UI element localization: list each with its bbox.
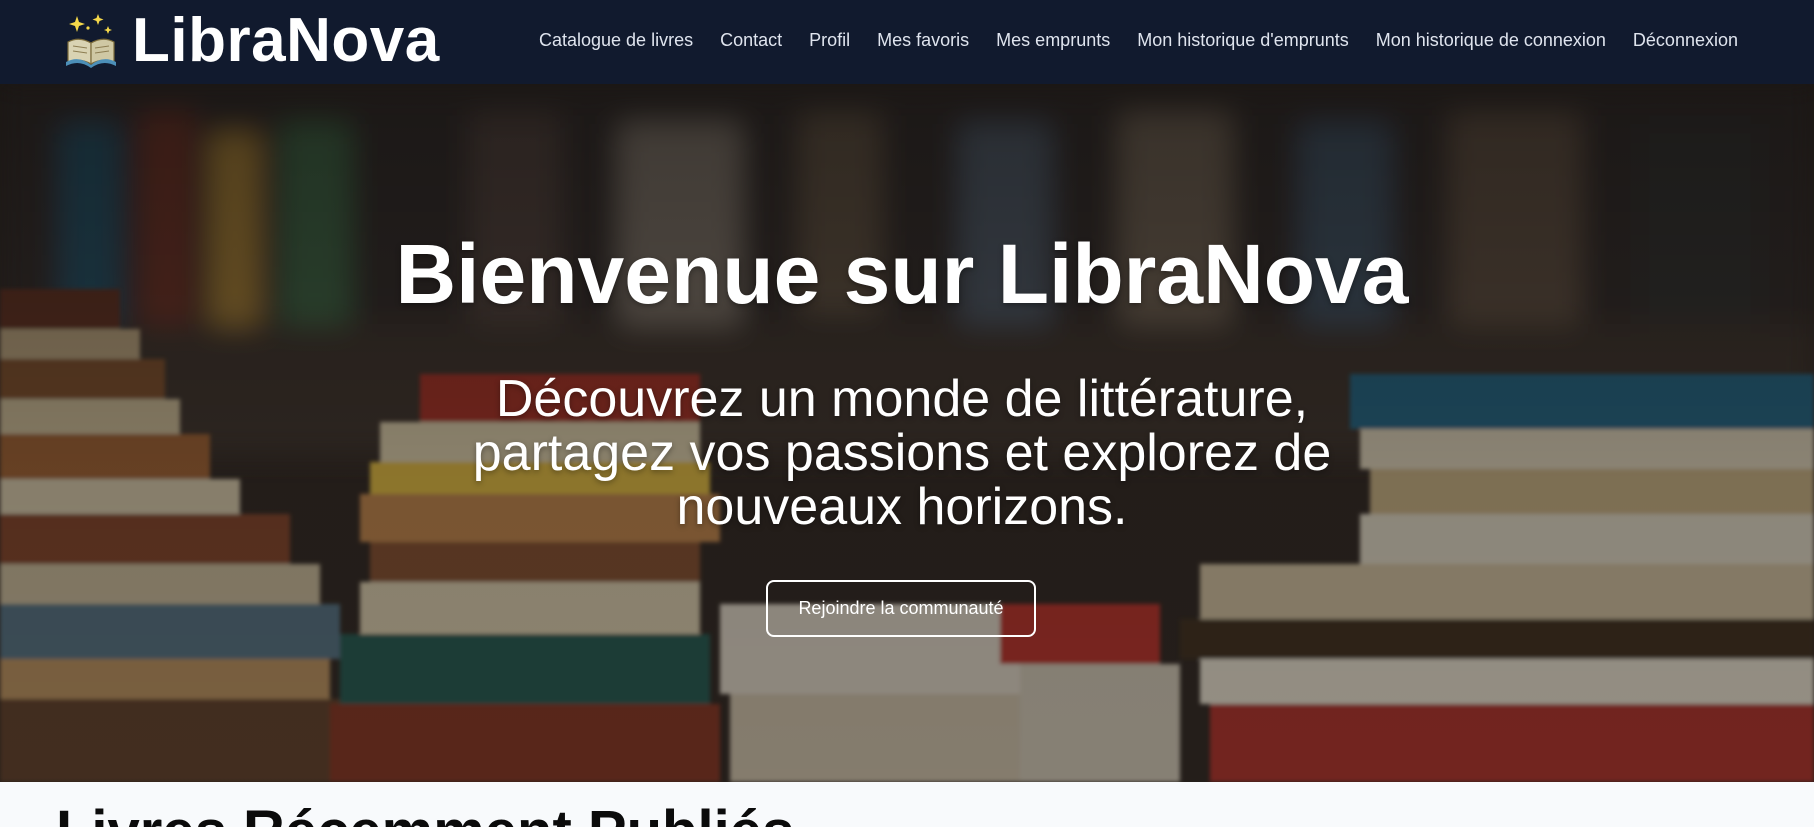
nav-link-emprunts[interactable]: Mes emprunts: [996, 30, 1110, 50]
nav-link-historique-emprunts[interactable]: Mon historique d'emprunts: [1137, 30, 1349, 50]
main-nav: Catalogue de livres Contact Profil Mes f…: [512, 0, 1738, 80]
hero-section: Bienvenue sur LibraNova Découvrez un mon…: [0, 84, 1814, 782]
nav-link-profil[interactable]: Profil: [809, 30, 850, 50]
nav-item-profil: Profil: [809, 30, 850, 51]
nav-link-historique-connexion[interactable]: Mon historique de connexion: [1376, 30, 1606, 50]
brand-logo-link[interactable]: LibraNova: [64, 8, 440, 72]
nav-item-historique-connexion: Mon historique de connexion: [1376, 30, 1606, 51]
recent-books-section: Livres Récemment Publiés: [0, 782, 1814, 827]
nav-item-emprunts: Mes emprunts: [996, 30, 1110, 51]
nav-item-historique-emprunts: Mon historique d'emprunts: [1137, 30, 1349, 51]
hero-content: Bienvenue sur LibraNova Découvrez un mon…: [0, 84, 1814, 782]
brand-name: LibraNova: [132, 6, 440, 75]
top-navbar: LibraNova Catalogue de livres Contact Pr…: [0, 0, 1814, 84]
nav-item-deconnexion: Déconnexion: [1633, 30, 1738, 51]
nav-item-contact: Contact: [720, 30, 782, 51]
recent-books-title: Livres Récemment Publiés: [56, 803, 794, 827]
join-community-button[interactable]: Rejoindre la communauté: [766, 580, 1036, 637]
magic-book-icon: [66, 14, 116, 68]
hero-subtitle: Découvrez un monde de littérature, parta…: [472, 370, 1332, 536]
nav-link-deconnexion[interactable]: Déconnexion: [1633, 30, 1738, 50]
nav-link-contact[interactable]: Contact: [720, 30, 782, 50]
nav-link-catalogue[interactable]: Catalogue de livres: [539, 30, 693, 50]
hero-title: Bienvenue sur LibraNova: [395, 227, 1409, 321]
nav-item-catalogue: Catalogue de livres: [539, 30, 693, 51]
nav-link-favoris[interactable]: Mes favoris: [877, 30, 969, 50]
nav-item-favoris: Mes favoris: [877, 30, 969, 51]
